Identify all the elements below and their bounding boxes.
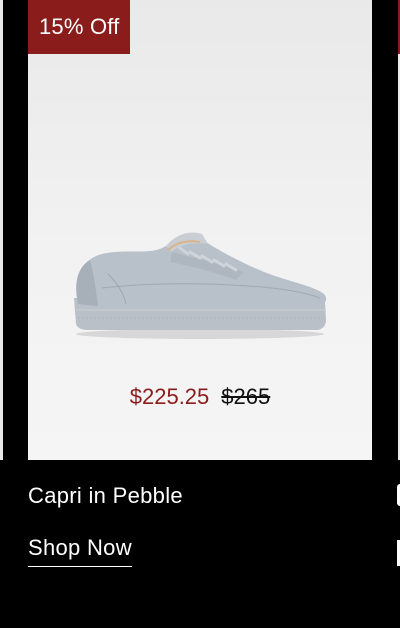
shop-now-link[interactable]: Shop Now (28, 532, 132, 567)
discount-badge: 15% Off (28, 0, 131, 54)
product-carousel: 15% Off $225.25 $265 Capri in Pebble Sho… (0, 0, 400, 628)
product-card[interactable]: 15% Off $225.25 $265 (28, 0, 372, 460)
price-row: $225.25 $265 (28, 380, 372, 414)
sneaker-image[interactable] (68, 228, 330, 340)
previous-product-card-edge[interactable] (0, 0, 3, 460)
product-name[interactable]: Capri in Pebble (28, 480, 183, 512)
original-price: $265 (221, 384, 271, 409)
sale-price: $225.25 (129, 384, 210, 409)
